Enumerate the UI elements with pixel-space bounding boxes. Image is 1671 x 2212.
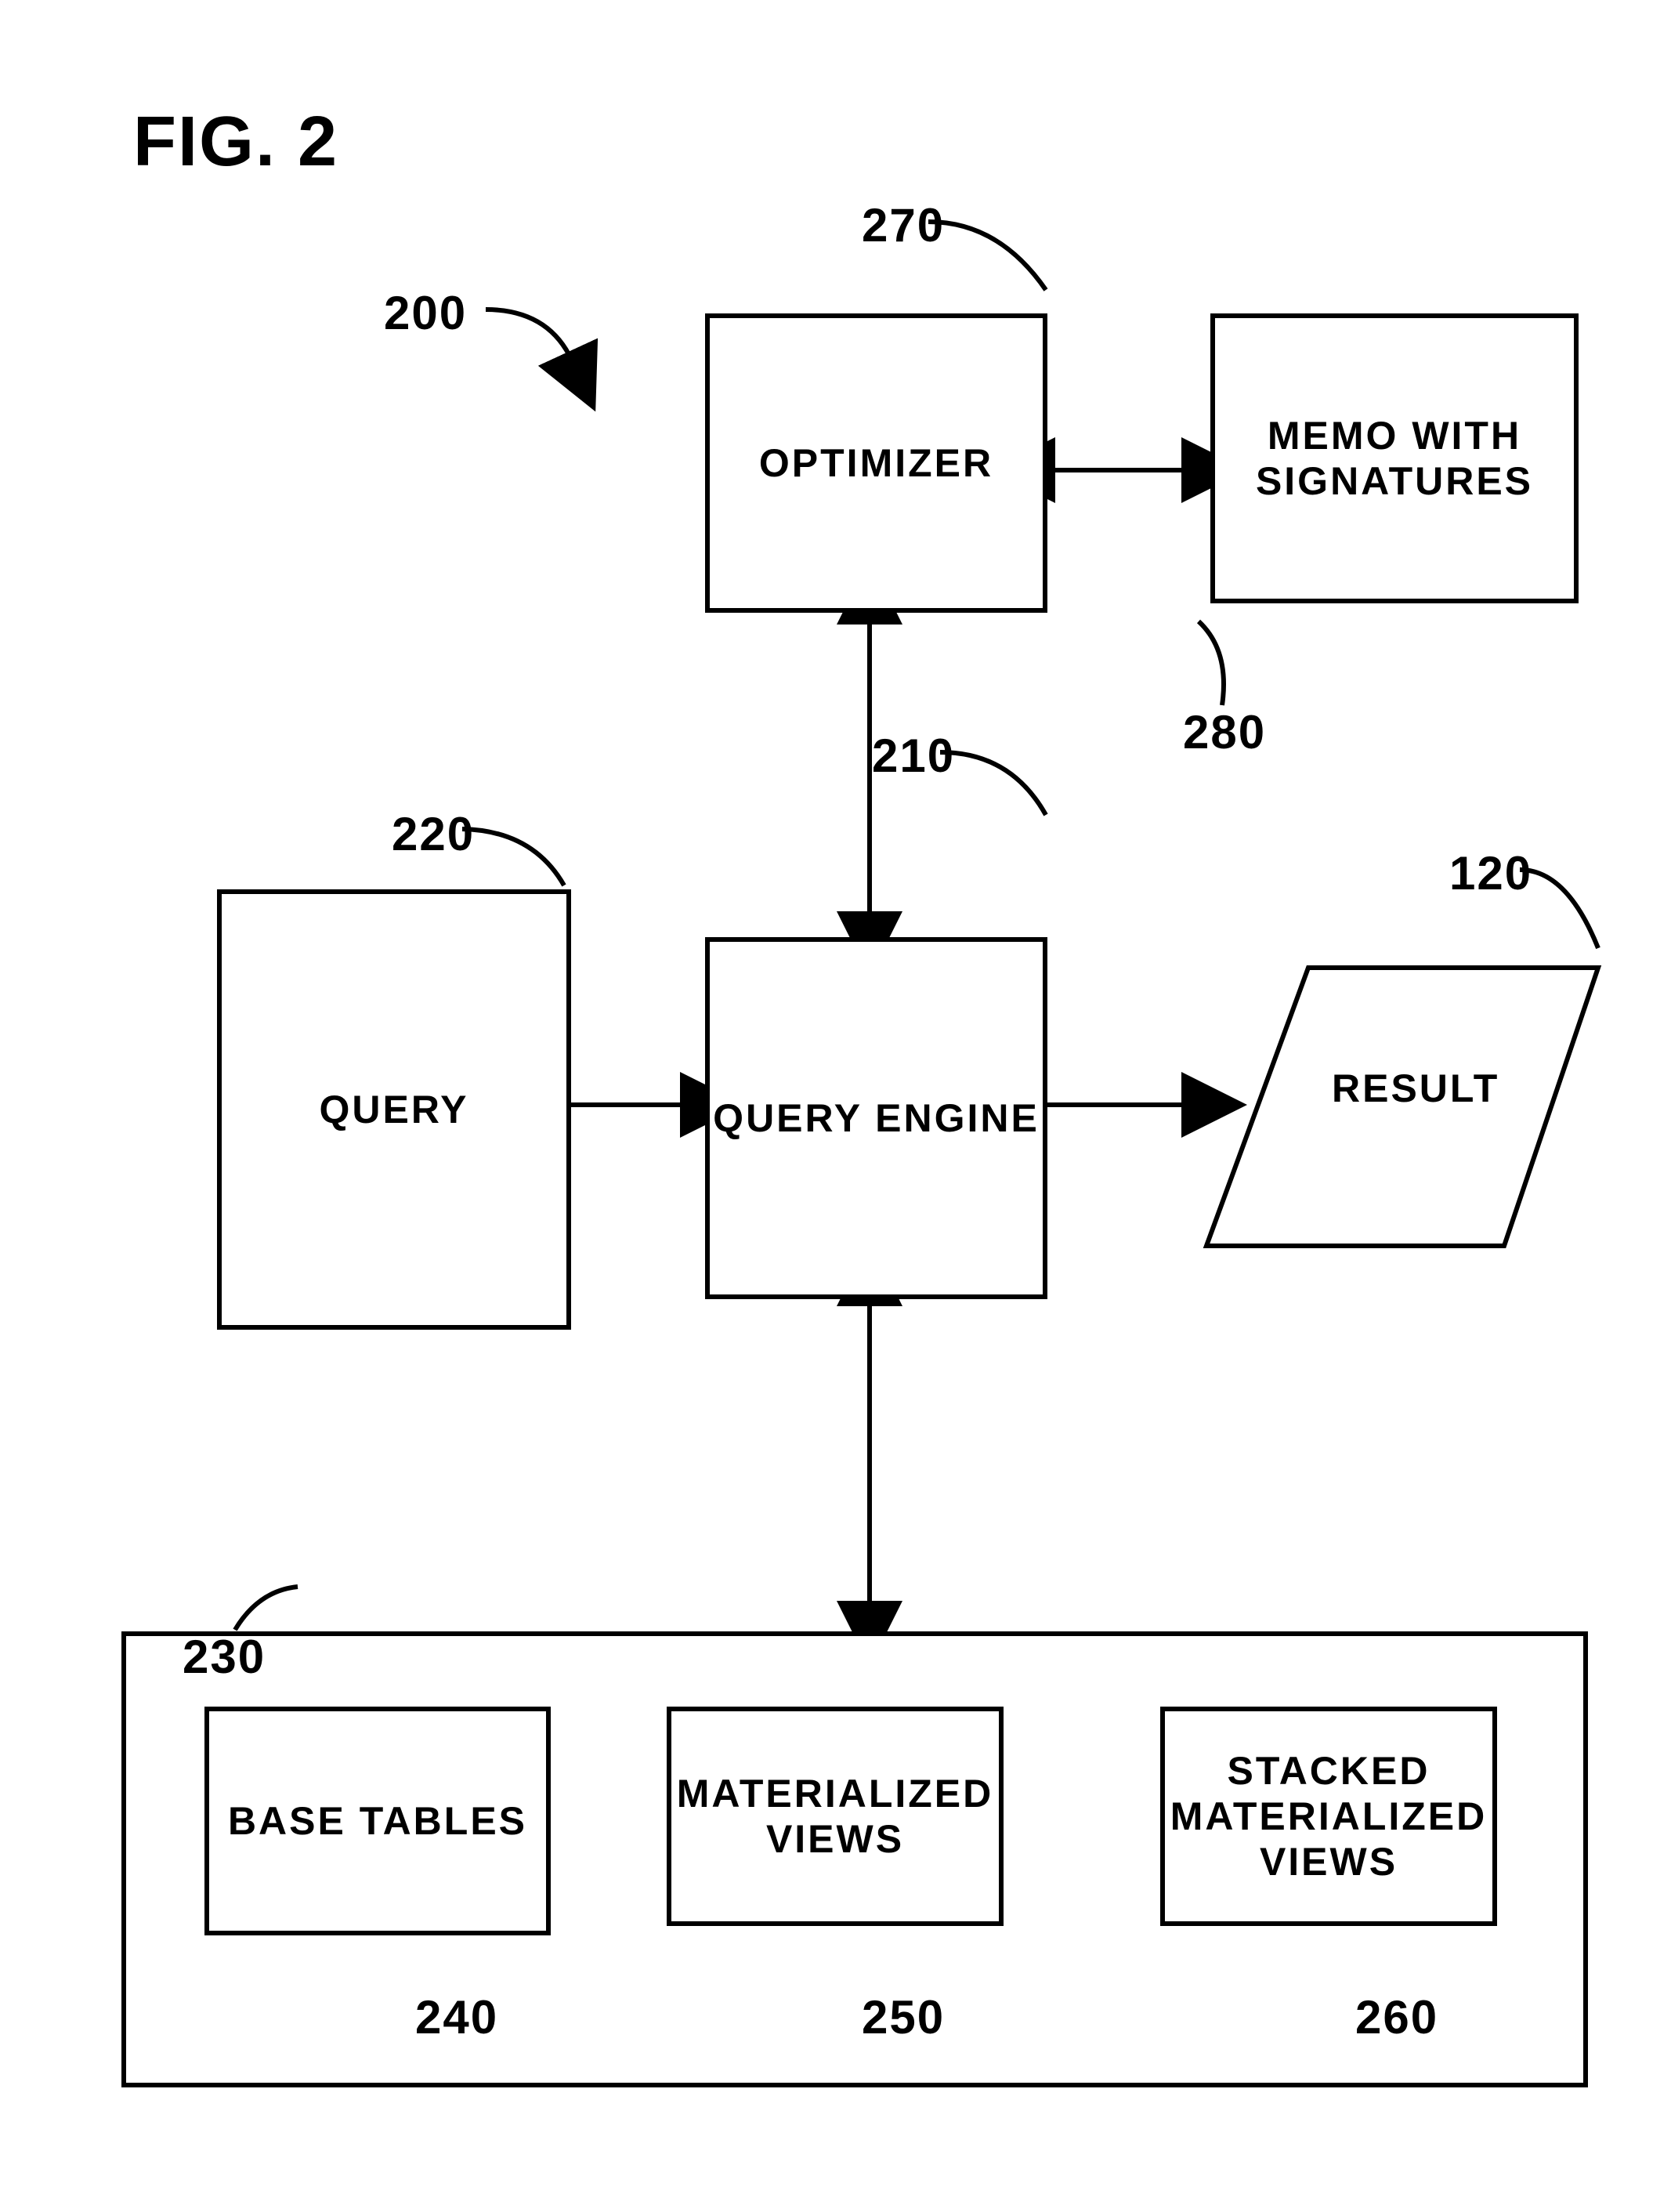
ref-270: 270 [862, 198, 945, 252]
query-engine-box: QUERY ENGINE [705, 937, 1047, 1299]
materialized-views-box: MATERIALIZED VIEWS [667, 1707, 1004, 1926]
ref-280: 280 [1183, 705, 1266, 759]
ref-240: 240 [415, 1990, 498, 2044]
optimizer-box: OPTIMIZER [705, 313, 1047, 613]
ref-250: 250 [862, 1990, 945, 2044]
base-tables-box: BASE TABLES [204, 1707, 551, 1935]
result-label: RESULT [1332, 1066, 1499, 1111]
ref-210: 210 [872, 729, 955, 783]
ref-230: 230 [183, 1630, 266, 1684]
diagram-canvas: FIG. 2 200 QUERY QUERY ENGINE OPTIMIZER … [0, 0, 1671, 2212]
ref-220: 220 [392, 807, 475, 861]
memo-box: MEMO WITH SIGNATURES [1210, 313, 1579, 603]
ref-260: 260 [1355, 1990, 1438, 2044]
ref-120: 120 [1449, 846, 1532, 900]
query-box: QUERY [217, 889, 571, 1330]
stacked-views-box: STACKED MATERIALIZED VIEWS [1160, 1707, 1497, 1926]
